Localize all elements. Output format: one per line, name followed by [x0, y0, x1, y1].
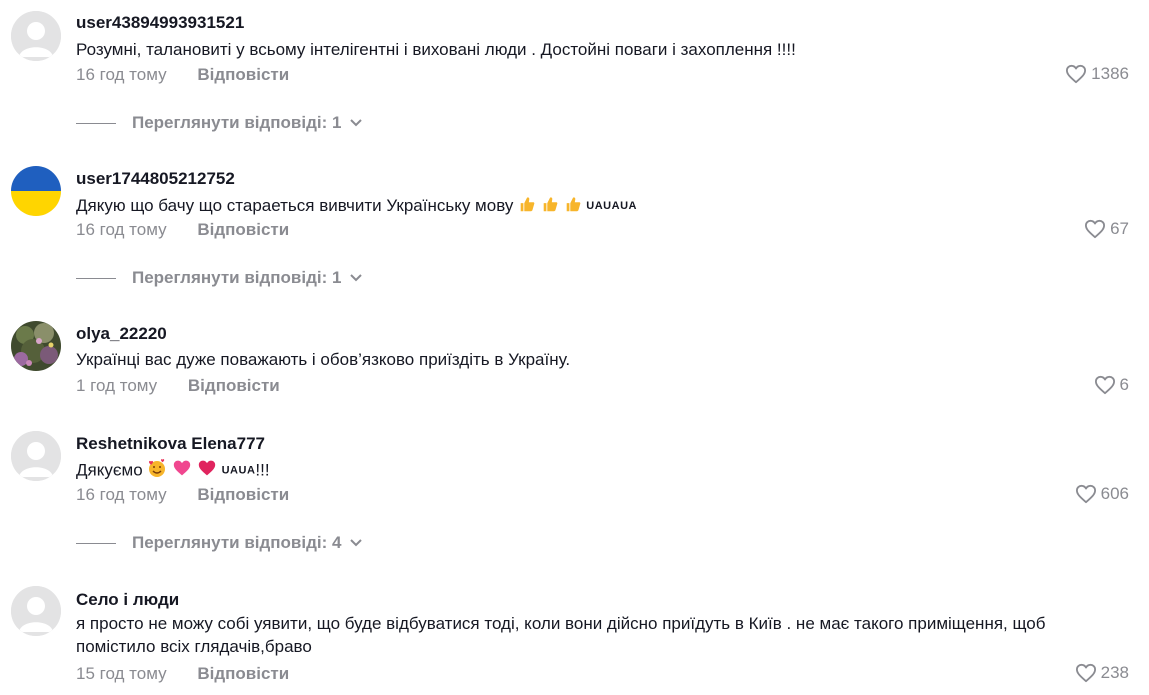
comment-time: 15 год тому [76, 664, 167, 683]
view-replies-button[interactable]: Переглянути відповіді: 4 [76, 533, 363, 553]
comment-text-suffix: UAUA [221, 464, 256, 477]
comment-username[interactable]: Reshetnikova Elena777 [76, 434, 265, 454]
smiling-face-with-hearts-icon [147, 458, 167, 484]
chevron-down-icon [349, 118, 363, 128]
comment-text: я просто не можу собі уявити, що буде ві… [76, 614, 1046, 656]
comment-meta: 16 год тому Відповісти [76, 220, 289, 240]
like-count: 6 [1119, 375, 1129, 394]
like-button[interactable]: 6 [1094, 375, 1129, 395]
divider-line [76, 542, 116, 544]
like-count: 238 [1100, 663, 1129, 682]
view-replies-label: Переглянути відповіді: 1 [132, 268, 342, 287]
heart-icon [1075, 663, 1096, 683]
thumbs-up-icon [518, 195, 536, 219]
flowers-photo-avatar-icon [11, 321, 61, 371]
comment-meta: 16 год тому Відповісти [76, 65, 289, 85]
thumbs-up-icon [541, 195, 559, 219]
like-button[interactable]: 238 [1075, 663, 1129, 683]
comment-text: Дякуємо [76, 460, 143, 480]
avatar[interactable] [11, 321, 61, 371]
view-replies-label: Переглянути відповіді: 1 [132, 113, 342, 132]
default-avatar-icon [11, 586, 61, 636]
comment-text-container: Дякую що бачу що стараеться вивчити Укра… [76, 194, 1089, 219]
comment-text: Українці вас дуже поважають і обов’язков… [76, 350, 571, 369]
comment-meta: 16 год тому Відповісти [76, 485, 289, 505]
comment-meta: 1 год тому Відповісти [76, 376, 280, 396]
avatar[interactable] [11, 11, 61, 61]
like-button[interactable]: 67 [1084, 219, 1129, 239]
avatar[interactable] [11, 431, 61, 481]
like-button[interactable]: 1386 [1065, 64, 1129, 84]
pink-heart-icon [172, 459, 192, 483]
comment-username[interactable]: user43894993931521 [76, 13, 244, 33]
heart-icon [1066, 64, 1087, 84]
like-count: 67 [1110, 219, 1129, 238]
comment-text-container: Дякуємо UAUA!!! [76, 458, 1089, 484]
like-count: 1386 [1091, 64, 1129, 83]
avatar[interactable] [11, 586, 61, 636]
heart-icon [1085, 219, 1106, 239]
comment-time: 16 год тому [76, 220, 167, 239]
view-replies-button[interactable]: Переглянути відповіді: 1 [76, 268, 363, 288]
comment-text: Дякую що бачу що стараеться вивчити Укра… [76, 196, 514, 215]
view-replies-label: Переглянути відповіді: 4 [132, 533, 342, 552]
reply-button[interactable]: Відповісти [188, 376, 280, 395]
view-replies-button[interactable]: Переглянути відповіді: 1 [76, 113, 363, 133]
avatar[interactable] [11, 166, 61, 216]
comment-meta: 15 год тому Відповісти [76, 664, 289, 684]
like-count: 606 [1100, 484, 1129, 503]
chevron-down-icon [349, 273, 363, 283]
ukraine-flag-avatar-icon [11, 166, 61, 216]
heart-icon [197, 459, 217, 483]
comment-text-suffix: UAUAUA [586, 200, 637, 213]
reply-button[interactable]: Відповісти [197, 220, 289, 239]
divider-line [76, 122, 116, 124]
comment-text-end: !!! [255, 460, 270, 480]
comment-time: 16 год тому [76, 485, 167, 504]
reply-button[interactable]: Відповісти [197, 485, 289, 504]
comment-username[interactable]: Село і люди [76, 590, 179, 610]
default-avatar-icon [11, 431, 61, 481]
comment-username[interactable]: user1744805212752 [76, 169, 235, 189]
comment-time: 16 год тому [76, 65, 167, 84]
comment-username[interactable]: olya_22220 [76, 324, 167, 344]
heart-icon [1075, 484, 1096, 504]
divider-line [76, 277, 116, 279]
comment-time: 1 год тому [76, 376, 158, 395]
thumbs-up-icon [564, 195, 582, 219]
like-button[interactable]: 606 [1075, 484, 1129, 504]
chevron-down-icon [349, 538, 363, 548]
reply-button[interactable]: Відповісти [197, 664, 289, 683]
heart-icon [1094, 375, 1115, 395]
reply-button[interactable]: Відповісти [197, 65, 289, 84]
default-avatar-icon [11, 11, 61, 61]
comment-text: Розумні, талановиті у всьому інтелігентн… [76, 40, 796, 59]
